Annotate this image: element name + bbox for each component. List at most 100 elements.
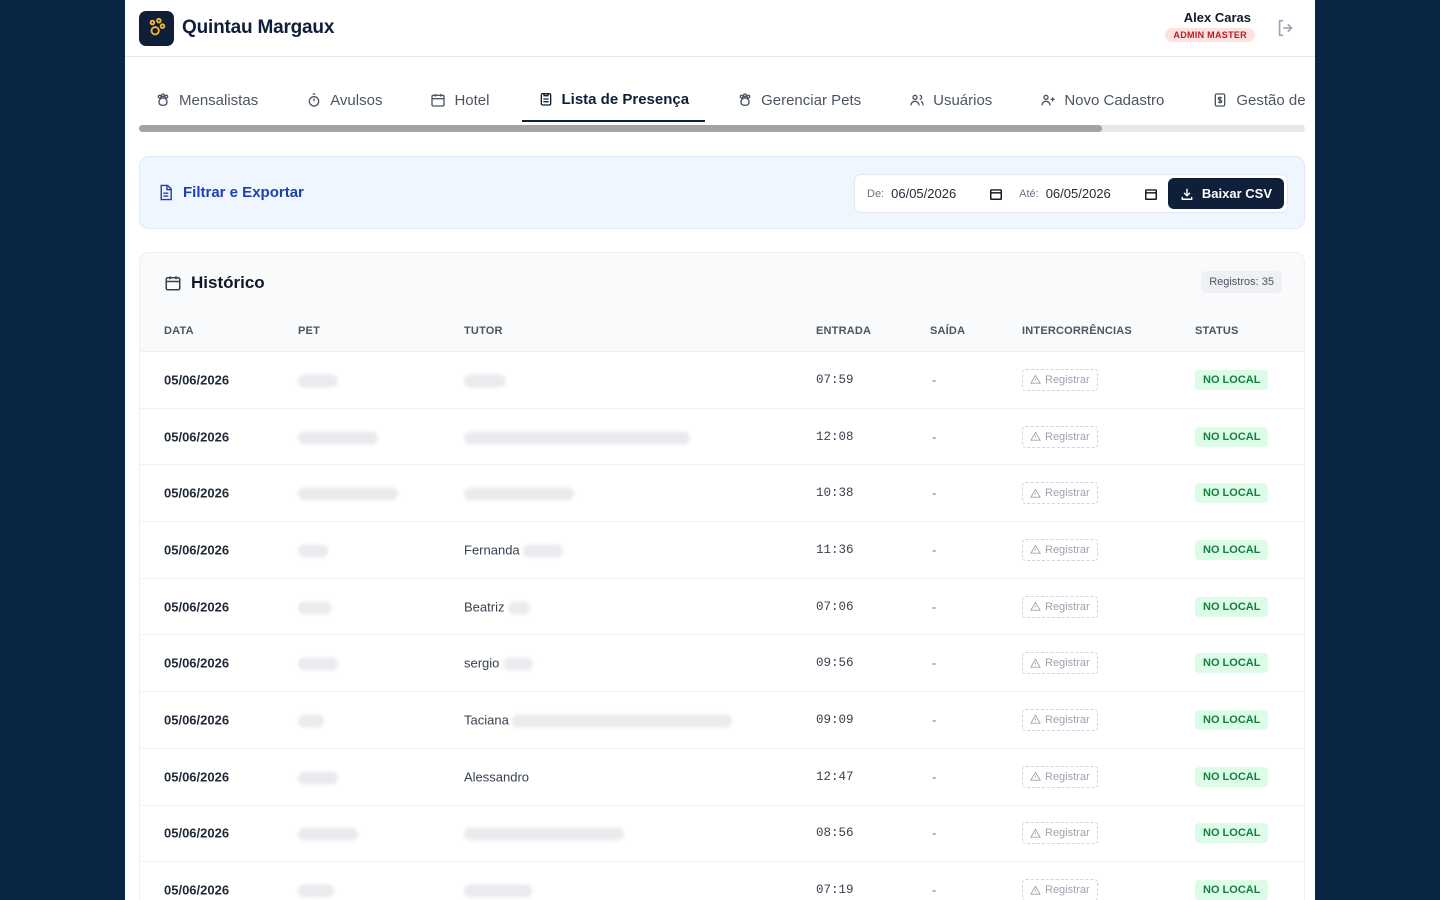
row-register-cell: Registrar [1022, 368, 1098, 391]
table-row[interactable]: 05/06/2026 Beatriz 07:06 - Registrar NO … [140, 577, 1304, 635]
register-label: Registrar [1045, 487, 1090, 500]
status-badge: NO LOCAL [1195, 880, 1269, 900]
table-header: DATA PET TUTOR ENTRADA SAÍDA INTERCORRÊN… [140, 311, 1304, 351]
tab-avulsos[interactable]: Avulsos [290, 78, 398, 122]
register-incident-button[interactable]: Registrar [1022, 538, 1098, 561]
row-date: 05/06/2026 [164, 542, 230, 558]
column-header-intercorrencias[interactable]: INTERCORRÊNCIAS [1022, 325, 1132, 337]
register-label: Registrar [1045, 430, 1090, 443]
tab-scrollbar-thumb[interactable] [139, 125, 1102, 132]
tab-label: Usuários [933, 91, 993, 109]
row-pet-redacted [298, 542, 328, 558]
table-row[interactable]: 05/06/2026 12:08 - Registrar NO LOCAL [140, 407, 1304, 465]
tab-label: Mensalistas [179, 91, 259, 109]
column-header-data[interactable]: DATA [164, 325, 194, 337]
status-badge: NO LOCAL [1195, 596, 1269, 617]
top-header: Quintau Margaux Alex Caras ADMIN MASTER [125, 0, 1315, 57]
row-date: 05/06/2026 [164, 599, 230, 615]
table-row[interactable]: 05/06/2026 Fernanda 11:36 - Registrar NO… [140, 521, 1304, 578]
table-row[interactable]: 05/06/2026 10:38 - Registrar NO LOCAL [140, 464, 1304, 522]
row-entrada: 12:08 [816, 429, 854, 444]
row-date: 05/06/2026 [164, 769, 230, 785]
to-date-label: Até: [1019, 187, 1039, 200]
register-label: Registrar [1045, 884, 1090, 897]
warning-icon [1030, 885, 1041, 895]
status-badge: NO LOCAL [1195, 766, 1269, 787]
table-row[interactable]: 05/06/2026 07:19 - Registrar NO LOCAL [140, 861, 1304, 900]
tab-novo-cadastro[interactable]: Novo Cadastro [1024, 78, 1180, 122]
calendar-picker-icon[interactable] [1144, 187, 1158, 201]
tab-lista-de-presenca[interactable]: Lista de Presença [521, 78, 706, 122]
register-incident-button[interactable]: Registrar [1022, 765, 1098, 788]
row-register-cell: Registrar [1022, 708, 1098, 731]
paw-icon [739, 93, 751, 107]
download-csv-button[interactable]: Baixar CSV [1167, 178, 1284, 209]
table-row[interactable]: 05/06/2026 07:59 - Registrar NO LOCAL [140, 351, 1304, 408]
row-entrada: 11:36 [816, 542, 854, 557]
row-saida: - [932, 599, 937, 615]
warning-icon [1030, 658, 1041, 668]
table-row[interactable]: 05/06/2026 sergio 09:56 - Registrar NO L… [140, 634, 1304, 692]
download-csv-label: Baixar CSV [1201, 186, 1272, 201]
warning-icon [1030, 431, 1041, 441]
row-register-cell: Registrar [1022, 652, 1098, 675]
register-incident-button[interactable]: Registrar [1022, 879, 1098, 900]
row-entrada: 08:56 [816, 826, 854, 841]
row-entrada: 09:56 [816, 656, 854, 671]
row-tutor-name: Fernanda [464, 542, 520, 558]
row-tutor [464, 486, 574, 501]
column-header-pet[interactable]: PET [298, 325, 320, 337]
table-body: 05/06/2026 07:59 - Registrar NO LOCAL 05… [140, 351, 1304, 900]
register-incident-button[interactable]: Registrar [1022, 425, 1098, 448]
tab-scrollbar[interactable] [139, 125, 1305, 132]
tab-mensalistas[interactable]: Mensalistas [139, 78, 274, 122]
column-header-saida[interactable]: SAÍDA [930, 325, 965, 337]
register-label: Registrar [1045, 657, 1090, 670]
from-date-input[interactable]: 06/05/2026 [891, 186, 989, 201]
row-pet-redacted [298, 769, 338, 785]
tab-gerenciar-pets[interactable]: Gerenciar Pets [721, 78, 877, 122]
register-label: Registrar [1045, 827, 1090, 840]
register-incident-button[interactable]: Registrar [1022, 822, 1098, 845]
register-incident-button[interactable]: Registrar [1022, 595, 1098, 618]
row-pet-redacted [298, 883, 334, 898]
row-register-cell: Registrar [1022, 595, 1098, 618]
row-entrada: 07:06 [816, 599, 854, 614]
table-row[interactable]: 05/06/2026 Alessandro 12:47 - Registrar … [140, 747, 1304, 805]
register-incident-button[interactable]: Registrar [1022, 482, 1098, 505]
row-register-cell: Registrar [1022, 879, 1098, 900]
register-incident-button[interactable]: Registrar [1022, 652, 1098, 675]
calendar-icon [165, 276, 181, 291]
calendar-picker-icon[interactable] [989, 187, 1003, 201]
column-header-status[interactable]: STATUS [1195, 325, 1239, 337]
logout-icon[interactable] [1275, 17, 1297, 39]
row-tutor: Beatriz [464, 599, 531, 615]
status-badge: NO LOCAL [1195, 369, 1269, 390]
row-tutor: Alessandro [464, 769, 529, 784]
table-row[interactable]: 05/06/2026 08:56 - Registrar NO LOCAL [140, 804, 1304, 862]
history-card: Histórico Registros: 35 DATA PET TUTOR E… [139, 252, 1305, 900]
tab-gestao-de[interactable]: Gestão de [1196, 78, 1305, 122]
register-incident-button[interactable]: Registrar [1022, 708, 1098, 731]
row-saida: - [932, 712, 937, 728]
warning-icon [1030, 828, 1041, 838]
row-tutor: Fernanda [464, 542, 564, 558]
warning-icon [1030, 544, 1041, 555]
to-date-input[interactable]: 06/05/2026 [1046, 186, 1144, 201]
warning-icon [1030, 488, 1041, 498]
register-incident-button[interactable]: Registrar [1022, 368, 1098, 391]
stopwatch-icon [308, 93, 320, 107]
tab-usuarios[interactable]: Usuários [893, 78, 1008, 122]
row-date: 05/06/2026 [164, 429, 230, 445]
tab-hotel[interactable]: Hotel [414, 78, 505, 122]
history-header: Histórico Registros: 35 [140, 253, 1304, 311]
role-badge: ADMIN MASTER [1165, 28, 1255, 42]
paw-logo-icon [149, 17, 165, 36]
row-tutor-name: Alessandro [464, 769, 530, 785]
row-saida: - [932, 542, 937, 558]
column-header-tutor[interactable]: TUTOR [464, 325, 503, 337]
table-row[interactable]: 05/06/2026 Taciana 09:09 - Registrar NO … [140, 691, 1304, 748]
users-icon [910, 94, 924, 106]
download-icon [1181, 188, 1193, 200]
column-header-entrada[interactable]: ENTRADA [816, 325, 871, 337]
